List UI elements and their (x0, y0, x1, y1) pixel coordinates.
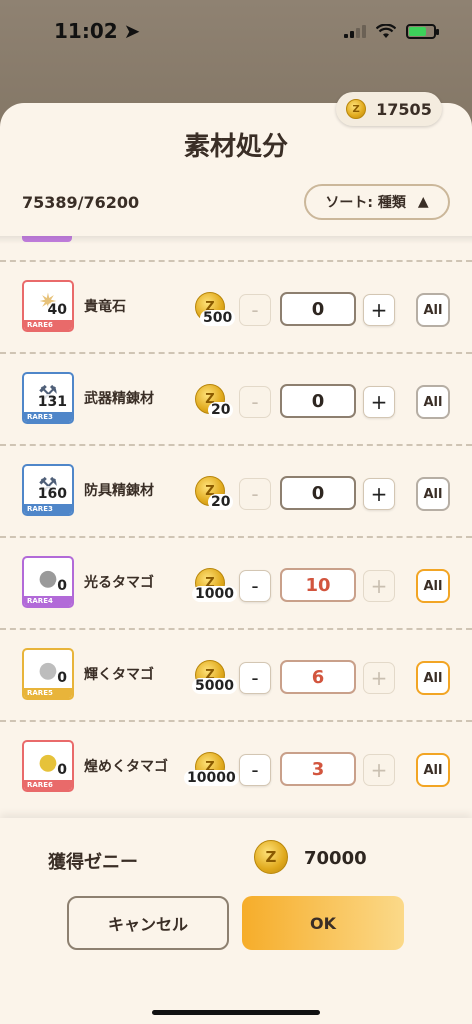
quantity-field[interactable]: 6 (280, 660, 356, 694)
quantity-field[interactable]: 0 (280, 476, 356, 510)
item-icon: ⚒ 131 RARE3 (22, 372, 74, 424)
list-item: ⚒ 131 RARE3 武器精錬材 Z 20 - 0 + All (0, 352, 472, 444)
status-time: 11:02 ➤ (54, 19, 141, 43)
item-icon: ● 0 RARE6 (22, 740, 74, 792)
location-arrow-icon: ➤ (123, 19, 141, 43)
increase-button[interactable]: + (363, 386, 395, 418)
select-all-button[interactable]: All (416, 293, 450, 327)
quantity-field[interactable]: 0 (280, 384, 356, 418)
list-item: ● 0 RARE6 煌めくタマゴ Z 10000 - 3 + All (0, 720, 472, 812)
quantity-field[interactable]: 3 (280, 752, 356, 786)
ok-button[interactable]: OK (242, 896, 404, 950)
item-name: 貴竜石 (84, 299, 126, 315)
decrease-button[interactable]: - (239, 478, 271, 510)
increase-button[interactable]: + (363, 570, 395, 602)
item-name: 武器精錬材 (84, 391, 154, 407)
battery-icon (406, 23, 439, 39)
earn-label: 獲得ゼニー (48, 852, 138, 873)
select-all-button[interactable]: All (416, 753, 450, 787)
wallet-zenny: Z 17505 (336, 92, 442, 126)
item-icon: ⚒ 160 RARE3 (22, 464, 74, 516)
page-title: 素材処分 (183, 132, 288, 162)
select-all-button[interactable]: All (416, 477, 450, 511)
quantity-field[interactable]: 10 (280, 568, 356, 602)
item-icon: ✷ 40 RARE6 (22, 280, 74, 332)
decrease-button[interactable]: - (239, 662, 271, 694)
sort-ascending-icon: ▲ (417, 194, 429, 210)
storage-capacity: 75389/76200 (22, 193, 140, 212)
status-icons (344, 23, 439, 39)
sort-button[interactable]: ソート: 種類 ▲ (304, 184, 450, 220)
select-all-button[interactable]: All (416, 569, 450, 603)
wifi-icon (376, 23, 396, 38)
list-item: ⚒ 160 RARE3 防具精錬材 Z 20 - 0 + All (0, 444, 472, 536)
item-name: 煌めくタマゴ (84, 759, 168, 775)
footer-panel: 獲得ゼニー Z 70000 キャンセル OK (0, 818, 472, 1024)
cellular-signal-icon (344, 24, 366, 38)
select-all-button[interactable]: All (416, 385, 450, 419)
cancel-button[interactable]: キャンセル (67, 896, 229, 950)
status-bar: 11:02 ➤ (0, 0, 472, 62)
item-icon: ● 0 RARE5 (22, 648, 74, 700)
decrease-button[interactable]: - (239, 294, 271, 326)
list-item: ● 0 RARE4 光るタマゴ Z 1000 - 10 + All (0, 536, 472, 628)
item-name: 輝くタマゴ (84, 667, 154, 683)
zenny-coin-icon: Z (346, 99, 367, 119)
earn-value: 70000 (304, 848, 367, 869)
select-all-button[interactable]: All (416, 661, 450, 695)
list-item: ● 0 RARE5 輝くタマゴ Z 5000 - 6 + All (0, 628, 472, 720)
home-indicator[interactable] (152, 1010, 320, 1015)
increase-button[interactable]: + (363, 294, 395, 326)
increase-button[interactable]: + (363, 754, 395, 786)
zenny-coin-icon: Z (254, 840, 288, 874)
item-icon: ● 0 RARE4 (22, 556, 74, 608)
quantity-field[interactable]: 0 (280, 292, 356, 326)
decrease-button[interactable]: - (239, 386, 271, 418)
item-name: 防具精錬材 (84, 483, 154, 499)
increase-button[interactable]: + (363, 478, 395, 510)
decrease-button[interactable]: - (239, 754, 271, 786)
divider (0, 236, 472, 244)
decrease-button[interactable]: - (239, 570, 271, 602)
item-name: 光るタマゴ (84, 575, 154, 591)
increase-button[interactable]: + (363, 662, 395, 694)
list-item: ✷ 40 RARE6 貴竜石 Z 500 - 0 + All (0, 260, 472, 352)
